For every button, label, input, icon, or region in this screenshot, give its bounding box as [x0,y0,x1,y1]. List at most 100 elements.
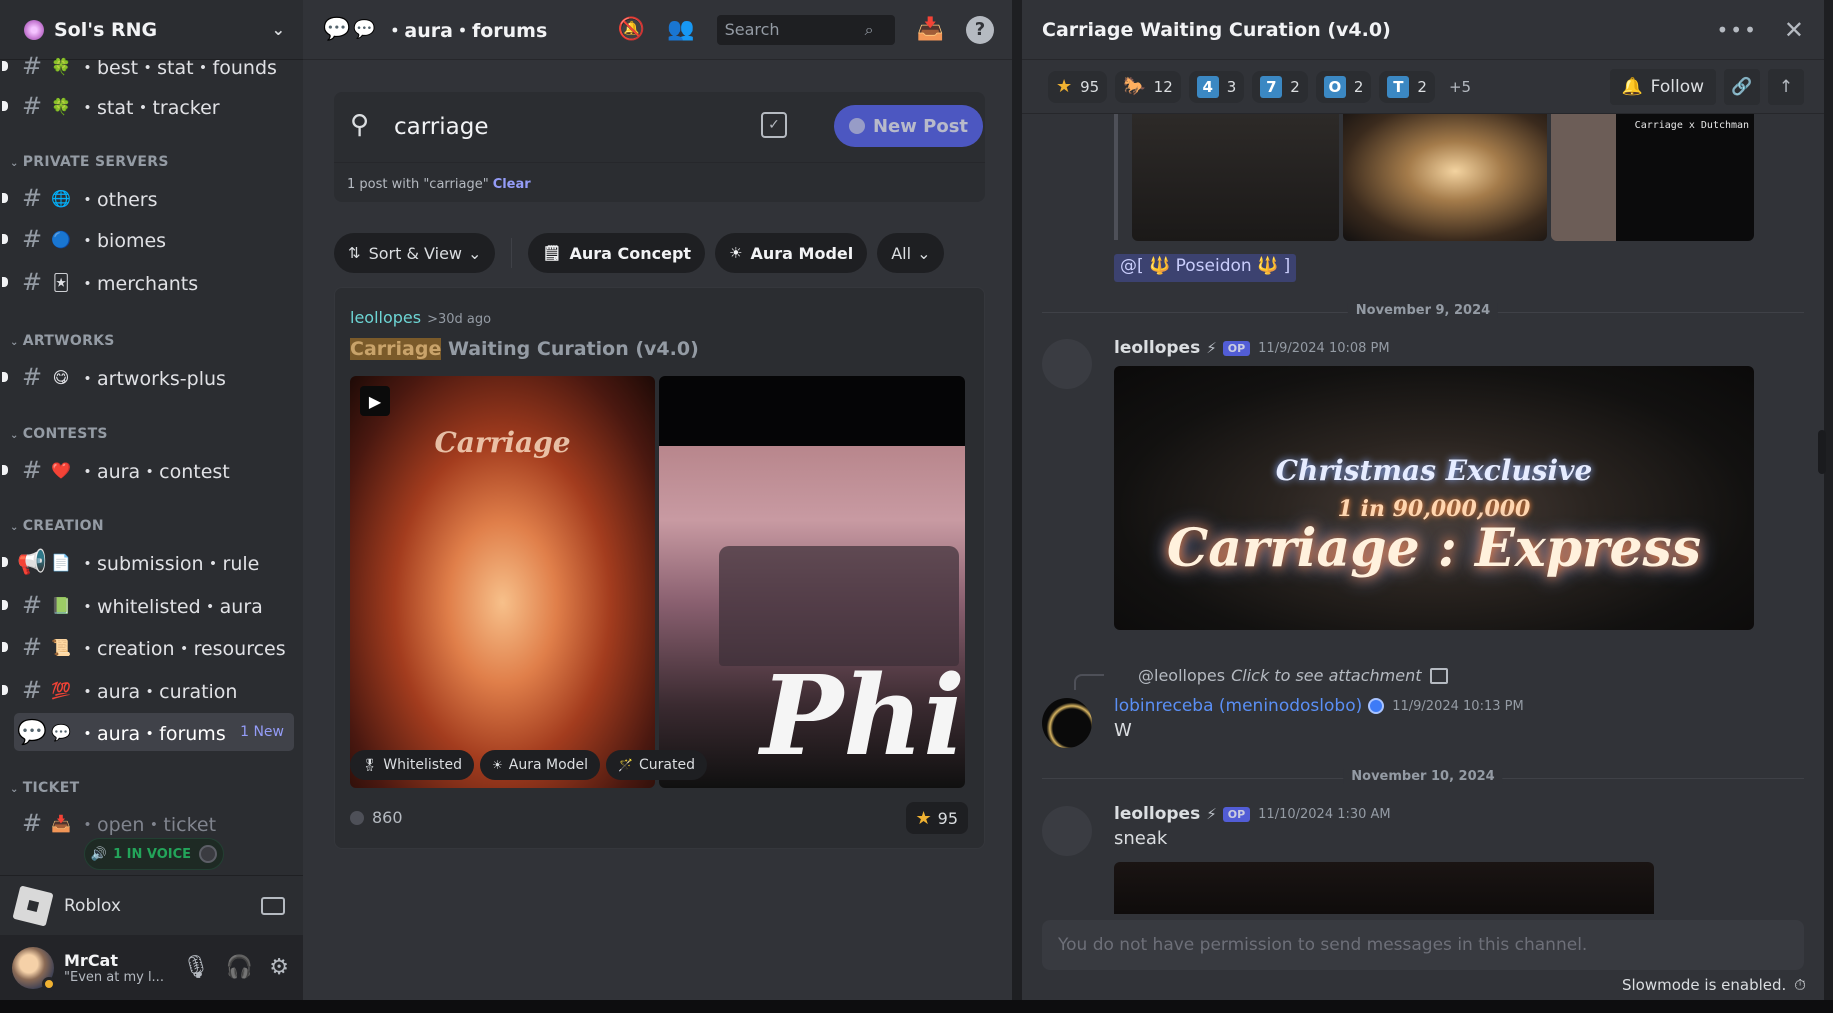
reaction-key-4[interactable]: 43 [1188,70,1245,103]
channel-artworks-plus[interactable]: # 😋 ・artworks-plus [2,358,294,396]
gear-icon[interactable]: ⚙ [269,955,289,980]
more-reactions[interactable]: +5 [1449,78,1471,96]
category-creation[interactable]: ⌄ CREATION [10,518,104,534]
reaction-horse[interactable]: 🐎 12 [1115,70,1181,103]
post-author-name[interactable]: leollopes [350,308,421,327]
post-title[interactable]: Carriage Waiting Curation (v4.0) [350,338,699,360]
tag-filter-aura-concept[interactable]: 🗒 Aura Concept [528,233,706,273]
all-tags-dropdown[interactable]: All ⌄ [877,233,945,273]
media-caption: Carriage x Dutchman [1634,120,1750,131]
channel-label: ・open・ticket [78,813,217,836]
forum-search-query[interactable]: carriage [394,114,488,140]
channel-whitelisted-aura[interactable]: # 📗 ・whitelisted・aura [2,586,294,624]
new-post-button[interactable]: New Post [834,105,983,147]
link-icon[interactable]: 🔗 [1724,68,1760,105]
play-icon[interactable]: ▶ [360,386,390,416]
help-icon[interactable]: ? [966,15,994,44]
microphone-icon[interactable]: 🎙 [182,955,210,980]
media-thumbnail[interactable]: Carriage x Dutchman [1550,114,1755,241]
role-mention[interactable]: @[ 🔱 Poseidon 🔱 ] [1114,254,1297,282]
date-label: November 9, 2024 [1347,303,1499,318]
category-contests[interactable]: ⌄ CONTESTS [10,426,108,442]
keycap-7-icon: 7 [1260,75,1283,98]
message-media[interactable]: Christmas Exclusive 1 in 90,000,000 Carr… [1114,366,1754,630]
avatar[interactable] [1042,806,1092,856]
mute-bell-icon[interactable]: 🔕 [618,17,645,42]
tag-filter-aura-model[interactable]: ☀ Aura Model [715,233,868,273]
panel-divider[interactable] [1012,0,1022,1000]
channel-others[interactable]: # 🌐 ・others [2,179,294,217]
message-media[interactable] [1114,862,1654,914]
media-thumbnail[interactable] [1343,114,1547,241]
message-author[interactable]: leollopes [1114,804,1200,824]
category-label: CONTESTS [22,426,108,442]
screen-share-icon[interactable] [261,896,285,915]
thread-panel: Carriage Waiting Curation (v4.0) ••• ✕ ★… [1022,0,1824,1000]
avatar[interactable] [1042,698,1092,748]
channel-submission-rule[interactable]: 📢 📄 ・submission・rule [2,543,294,581]
arrow-up-icon[interactable]: ↑ [1768,68,1804,105]
clear-search-link[interactable]: Clear [493,177,531,192]
tag-whitelisted[interactable]: 🎖 Whitelisted [350,750,475,780]
voice-avatar [199,845,218,863]
channel-creation-resources[interactable]: # 📜 ・creation・resources [2,628,294,666]
avatar[interactable] [12,946,56,991]
message-composer-disabled: You do not have permission to send messa… [1042,920,1804,970]
tag-curated[interactable]: 🪄 Curated [606,750,707,780]
search-icon: ⚲ [350,110,370,140]
checkbox-icon[interactable]: ✓ [761,112,787,138]
roblox-icon [12,884,54,927]
inbox-icon[interactable]: 📥 [917,17,944,42]
thread-reactions-bar: ★ 95 🐎 12 43 72 O2 T2 +5 🔔 Follow 🔗 ↑ [1022,60,1824,114]
more-options-icon[interactable]: ••• [1717,18,1758,42]
reaction-key-7[interactable]: 72 [1252,70,1308,103]
activity-bar[interactable]: Roblox [0,875,303,935]
close-icon[interactable]: ✕ [1784,16,1804,44]
category-artworks[interactable]: ⌄ ARTWORKS [10,333,115,349]
hash-icon: # [21,633,43,661]
verified-icon [1368,698,1385,714]
thread-title: Carriage Waiting Curation (v4.0) [1042,18,1391,41]
result-count: 1 post with "carriage" Clear [347,177,531,192]
user-info[interactable]: MrCat "Even at my l... [64,951,182,985]
forum-post-card[interactable]: leollopes >30d ago Carriage Waiting Curat… [334,287,985,849]
channel-merchants[interactable]: # 🃏 ・merchants [2,263,294,301]
channel-best-stat-founds[interactable]: # 🍀 ・best・stat・founds [2,47,294,85]
channel-open-ticket[interactable]: # 📥 ・open・ticket [14,804,294,842]
reaction-count: 3 [1226,77,1237,96]
tag-aura-model[interactable]: ☀ Aura Model [480,750,601,780]
chevron-down-icon: ⌄ [917,243,931,263]
channel-stat-tracker[interactable]: # 🍀 ・stat・tracker [2,87,294,125]
reaction-star[interactable]: ★ 95 [1048,70,1108,103]
category-ticket[interactable]: ⌄ TICKET [10,780,79,796]
chevron-down-icon: ⌄ [468,243,482,263]
voice-indicator[interactable]: 🔊 1 IN VOICE [84,838,224,870]
reply-reference[interactable]: @leollopes Click to see attachment [1138,666,1448,685]
channel-emoji: ❤️ [51,460,71,480]
channel-aura-contest[interactable]: # ❤️ ・aura・contest [2,451,294,489]
headphones-icon[interactable]: 🎧 [226,955,253,980]
members-icon[interactable]: 👥 [667,17,694,42]
hash-icon: # [21,52,43,80]
reaction-key-o[interactable]: O2 [1315,70,1372,103]
reaction-key-t[interactable]: T2 [1379,70,1435,103]
media-thumbnail[interactable] [1132,114,1340,241]
search-input[interactable] [724,20,865,39]
channel-aura-forums[interactable]: 💬 💬 ・aura・forums 1 New [14,713,294,751]
scrollbar-thumb[interactable] [1818,430,1826,474]
avatar[interactable] [1042,339,1092,389]
sort-view-button[interactable]: ⇅ Sort & View ⌄ [334,233,496,273]
follow-button[interactable]: 🔔 Follow [1609,68,1716,105]
channel-aura-curation[interactable]: # 💯 ・aura・curation [2,671,294,709]
letter-o-icon: O [1323,75,1346,98]
search-box[interactable]: ⌕ [716,14,895,45]
channel-biomes[interactable]: # 🔵 ・biomes [2,220,294,258]
stopwatch-icon: ⏱ [1794,976,1806,994]
post-media-image[interactable]: Phi [659,376,965,788]
message-author[interactable]: lobinreceba (meninodoslobo) [1114,696,1362,716]
category-private-servers[interactable]: ⌄ PRIVATE SERVERS [10,154,169,170]
message-author[interactable]: leollopes [1114,338,1200,358]
post-media-video[interactable]: ▶ Carriage [350,376,655,788]
trident-icon: ⚡ [1206,805,1217,823]
star-reaction[interactable]: ★ 95 [905,802,968,834]
